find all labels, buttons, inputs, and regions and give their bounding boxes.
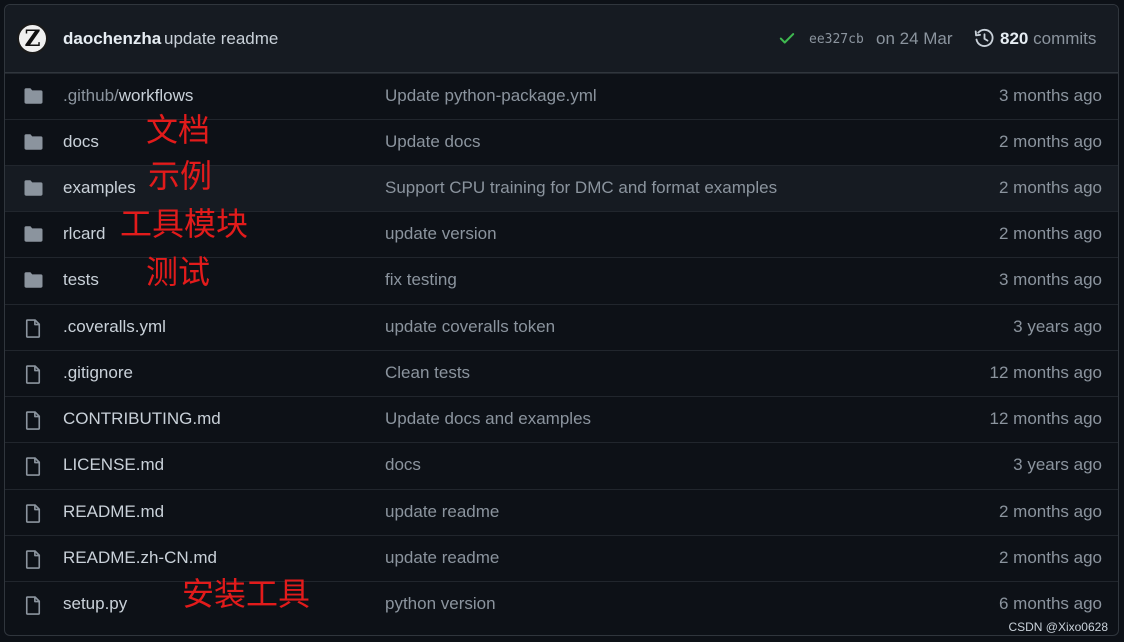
commit-age: 3 months ago — [998, 270, 1102, 289]
file-name-text: docs — [63, 132, 99, 151]
file-name-link[interactable]: README.md — [63, 502, 164, 522]
file-name-text: LICENSE.md — [63, 455, 165, 474]
red-annotation: 工具模块 — [120, 205, 249, 243]
commit-age: 6 months ago — [998, 594, 1102, 613]
latest-commit-bar: Z daochenzha update readme ee327cb on 24… — [5, 5, 1118, 73]
file-name-link[interactable]: .coveralls.yml — [63, 317, 166, 337]
commit-message-link[interactable]: Clean tests — [385, 363, 470, 383]
file-icon — [23, 364, 43, 390]
file-row[interactable]: README.zh-CN.md update readme 2 months ago — [5, 535, 1118, 581]
commit-message-link[interactable]: update coveralls token — [385, 317, 555, 337]
file-name-text: .gitignore — [63, 363, 133, 382]
file-icon — [23, 456, 43, 482]
file-name-prefix: .github/ — [63, 86, 119, 105]
file-icon — [23, 595, 43, 621]
commit-message-link[interactable]: Update docs and examples — [385, 409, 591, 429]
file-row[interactable]: tests fix testing 3 months ago 测试 — [5, 253, 1118, 303]
file-name-link[interactable]: README.zh-CN.md — [63, 548, 217, 568]
file-name-link[interactable]: setup.py — [63, 594, 127, 614]
folder-icon — [23, 179, 44, 202]
file-name-link[interactable]: LICENSE.md — [63, 455, 164, 475]
folder-icon — [23, 225, 44, 248]
file-name-text: README.md — [63, 502, 165, 521]
commit-message-link[interactable]: docs — [385, 455, 421, 475]
file-row[interactable]: .coveralls.yml update coveralls token 3 ye… — [5, 304, 1118, 350]
commit-message-link[interactable]: update version — [385, 224, 497, 244]
commit-author-link[interactable]: daochenzha — [63, 29, 161, 49]
file-row[interactable]: README.md update readme 2 months ago — [5, 489, 1118, 535]
file-icon — [23, 318, 43, 344]
avatar[interactable]: Z — [17, 23, 48, 54]
folder-icon — [23, 87, 44, 110]
commit-age: 3 months ago — [998, 86, 1102, 105]
file-name-text: examples — [63, 178, 136, 197]
red-annotation: 文档 — [146, 111, 211, 149]
file-icon — [23, 410, 43, 436]
commit-age: 2 months ago — [998, 502, 1102, 521]
file-name-link[interactable]: .gitignore — [63, 363, 133, 383]
commit-sha-link[interactable]: ee327cb — [809, 32, 864, 47]
file-name-text: setup.py — [63, 594, 128, 613]
history-icon[interactable] — [974, 28, 995, 54]
commit-message-link[interactable]: fix testing — [385, 270, 457, 290]
red-annotation: 示例 — [148, 157, 213, 195]
commit-message-link[interactable]: update readme — [385, 548, 499, 568]
file-name-text: rlcard — [63, 224, 106, 243]
commit-age: 3 years ago — [1013, 317, 1102, 336]
file-name-text: .coveralls.yml — [63, 317, 166, 336]
commit-message-link[interactable]: update readme — [385, 502, 499, 522]
commit-count: 820 — [1000, 29, 1029, 48]
file-name-text: README.zh-CN.md — [63, 548, 217, 567]
commit-message-link[interactable]: Update docs — [385, 132, 480, 152]
file-row[interactable]: .gitignore Clean tests 12 months ago — [5, 350, 1118, 396]
commit-age: 3 years ago — [1013, 455, 1102, 474]
file-row[interactable]: setup.py python version 6 months ago 安装工具 — [5, 575, 1118, 627]
folder-icon — [23, 271, 44, 294]
commit-age: 12 months ago — [989, 409, 1102, 428]
file-name-text: CONTRIBUTING.md — [63, 409, 221, 428]
file-name-link[interactable]: CONTRIBUTING.md — [63, 409, 221, 429]
folder-icon — [23, 133, 44, 156]
file-name-text: tests — [63, 270, 99, 289]
red-annotation: 安装工具 — [182, 575, 311, 613]
commit-message-link[interactable]: update readme — [164, 29, 278, 49]
file-icon — [23, 549, 43, 575]
file-name-text: workflows — [118, 86, 194, 105]
commits-label: commits — [1033, 29, 1097, 48]
watermark: CSDN @Xixo0628 — [1008, 620, 1108, 634]
file-row[interactable]: LICENSE.md docs 3 years ago — [5, 442, 1118, 488]
file-name-link[interactable]: tests — [63, 270, 99, 290]
commit-date: on 24 Mar — [876, 29, 953, 48]
commit-age: 2 months ago — [998, 132, 1102, 151]
file-row[interactable]: CONTRIBUTING.md Update docs and examples 1… — [5, 396, 1118, 442]
commit-message-link[interactable]: Support CPU training for DMC and format … — [385, 178, 777, 198]
file-name-link[interactable]: examples — [63, 178, 136, 198]
commit-message-link[interactable]: python version — [385, 594, 496, 614]
file-name-link[interactable]: rlcard — [63, 224, 106, 244]
commit-age: 2 months ago — [998, 178, 1102, 197]
red-annotation: 测试 — [146, 253, 211, 291]
file-name-link[interactable]: docs — [63, 132, 99, 152]
file-icon — [23, 503, 43, 529]
commits-link[interactable]: 820 commits — [1000, 29, 1096, 49]
check-icon[interactable] — [778, 29, 796, 52]
file-row[interactable]: rlcard update version 2 months ago 工具模块 — [5, 205, 1118, 257]
commit-age: 12 months ago — [989, 363, 1102, 382]
commit-message-link[interactable]: Update python-package.yml — [385, 86, 597, 106]
file-name-link[interactable]: .github/workflows — [63, 86, 193, 106]
commit-age: 2 months ago — [998, 224, 1102, 243]
commit-age: 2 months ago — [998, 548, 1102, 567]
repo-file-browser: Z daochenzha update readme ee327cb on 24… — [4, 4, 1119, 636]
